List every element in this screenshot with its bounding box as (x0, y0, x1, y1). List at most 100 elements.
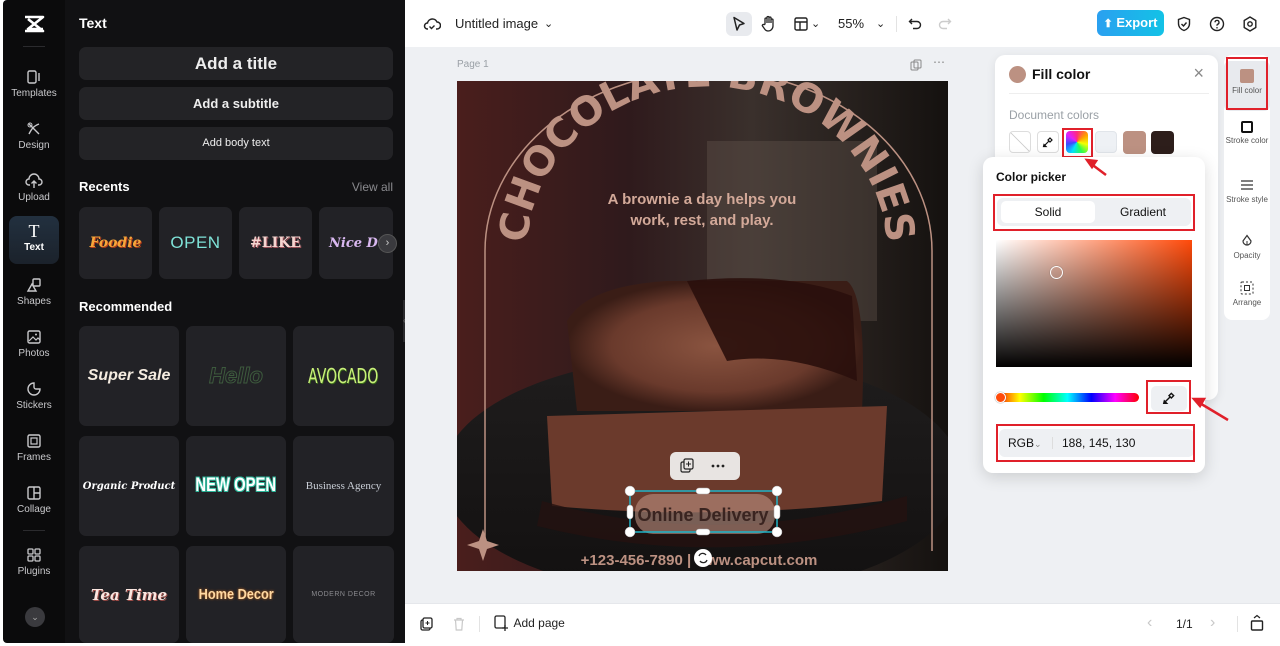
no-color-swatch[interactable] (1009, 131, 1031, 153)
color-swatch-dark-brown[interactable] (1151, 131, 1174, 154)
rail-item-text[interactable]: T Text (9, 216, 59, 264)
settings-icon[interactable] (1242, 12, 1258, 36)
recommended-text-style[interactable]: Super Sale (79, 326, 179, 426)
help-icon[interactable] (1209, 12, 1225, 36)
rail-item-frames[interactable]: Frames (9, 426, 59, 474)
recommended-heading: Recommended (79, 299, 173, 314)
rotate-handle[interactable] (694, 549, 712, 567)
prop-arrange[interactable]: Arrange (1224, 281, 1270, 307)
highlight-box (1062, 128, 1093, 158)
stroke-color-icon (1241, 121, 1253, 133)
page-counter: 1/1 (1176, 617, 1193, 631)
rail-item-shapes[interactable]: Shapes (9, 270, 59, 318)
delete-page-button[interactable] (452, 616, 466, 637)
hue-slider-thumb[interactable] (995, 392, 1006, 403)
hue-slider[interactable] (995, 392, 1139, 403)
divider (23, 530, 45, 531)
recommended-text-style[interactable]: Hello (186, 326, 286, 426)
view-all-link[interactable]: View all (352, 180, 393, 194)
chevron-down-icon[interactable]: ⌄ (544, 12, 553, 36)
recommended-text-style[interactable]: MODERN DECOR (293, 546, 394, 643)
recent-text-style[interactable]: #LIKE (239, 207, 312, 279)
page-label: Page 1 (457, 59, 489, 70)
layout-button[interactable]: ⌄ (794, 12, 820, 36)
panel-title: Text (79, 15, 107, 31)
photos-icon (25, 328, 43, 346)
export-button[interactable]: ⬆ Export (1097, 10, 1164, 36)
bottom-bar: Add page ‹ 1/1 › (405, 603, 1280, 643)
eyedropper-icon (1042, 137, 1053, 148)
selected-text[interactable]: Online Delivery (637, 505, 768, 525)
color-picker-title: Color picker (996, 170, 1067, 184)
duplicate-page-icon[interactable] (910, 58, 922, 76)
add-body-text-button[interactable]: Add body text (79, 127, 393, 160)
capcut-logo-icon[interactable] (22, 12, 46, 36)
frames-icon (25, 432, 43, 450)
recommended-text-style[interactable]: Business Agency (293, 436, 394, 536)
duplicate-page-button[interactable] (419, 616, 433, 637)
zoom-chevron-down-icon[interactable]: ⌄ (876, 12, 885, 36)
chevron-down-icon: ⌄ (811, 18, 821, 30)
rail-more-button[interactable]: ⌄ (25, 607, 45, 627)
document-colors-label: Document colors (1009, 108, 1100, 122)
recent-text-style[interactable]: OPEN (159, 207, 232, 279)
add-title-button[interactable]: Add a title (79, 47, 393, 80)
recent-text-style[interactable]: Foodie (79, 207, 152, 279)
close-icon[interactable]: × (1193, 63, 1204, 84)
upload-icon (25, 172, 43, 190)
tagline-line-1: A brownie a day helps you (608, 191, 797, 208)
upload-icon: ⬆ (1103, 18, 1113, 30)
page-more-icon[interactable]: ⋯ (933, 55, 945, 69)
recents-next-button[interactable]: › (378, 234, 397, 253)
recommended-text-style[interactable]: Home Decor (186, 546, 286, 643)
left-nav-rail: Templates Design Upload T Text Shapes Ph… (3, 0, 65, 643)
eyedropper-swatch[interactable] (1037, 131, 1059, 153)
rail-item-upload[interactable]: Upload (9, 166, 59, 214)
expand-pages-button[interactable] (1250, 614, 1264, 637)
opacity-icon (1240, 234, 1254, 248)
tagline-line-2: work, rest, and play. (629, 212, 773, 229)
text-icon: T (28, 221, 40, 241)
highlight-box (1226, 57, 1268, 110)
design-canvas[interactable]: CHOCOLATE BROWNIES A brownie a day helps… (457, 81, 948, 571)
zoom-level[interactable]: 55% (838, 12, 864, 36)
redo-button[interactable] (938, 12, 952, 36)
select-tool-button[interactable] (726, 12, 752, 36)
color-swatch-light-gray[interactable] (1095, 131, 1117, 153)
next-page-button[interactable]: › (1210, 614, 1215, 632)
prop-opacity[interactable]: Opacity (1224, 234, 1270, 260)
divider (479, 616, 480, 632)
recommended-text-style[interactable]: AVOCADO (293, 326, 394, 426)
saturation-value-area[interactable] (996, 240, 1192, 367)
prop-stroke-style[interactable]: Stroke style (1224, 178, 1270, 204)
rail-item-stickers[interactable]: Stickers (9, 374, 59, 422)
more-options-icon[interactable] (711, 464, 725, 468)
add-subtitle-button[interactable]: Add a subtitle (79, 87, 393, 120)
chevron-right-icon: › (385, 237, 390, 249)
divider (1237, 616, 1238, 632)
prop-stroke-color[interactable]: Stroke color (1224, 121, 1270, 145)
highlight-box (1146, 380, 1191, 414)
rail-item-collage[interactable]: Collage (9, 478, 59, 526)
cloud-save-icon[interactable] (423, 12, 442, 36)
recommended-text-style[interactable]: NEW OPEN (186, 436, 286, 536)
top-toolbar: Untitled image ⌄ ⌄ 55% ⌄ ⬆ Export (405, 0, 1280, 47)
collage-icon (25, 484, 43, 502)
rail-item-design[interactable]: Design (9, 114, 59, 162)
recommended-text-style[interactable]: Tea Time (79, 546, 179, 643)
add-page-icon (494, 615, 508, 631)
add-page-button[interactable]: Add page (493, 614, 565, 632)
color-cursor[interactable] (1050, 266, 1063, 279)
rail-item-photos[interactable]: Photos (9, 322, 59, 370)
prev-page-button[interactable]: ‹ (1147, 614, 1152, 632)
hand-tool-button[interactable] (761, 12, 777, 36)
rail-item-templates[interactable]: Templates (9, 62, 59, 110)
canvas-artwork: CHOCOLATE BROWNIES A brownie a day helps… (457, 81, 948, 571)
document-title[interactable]: Untitled image (455, 12, 538, 36)
undo-button[interactable] (908, 12, 922, 36)
divider (23, 46, 45, 47)
recommended-text-style[interactable]: Organic Product (79, 436, 179, 536)
shield-icon[interactable] (1176, 12, 1192, 36)
rail-item-plugins[interactable]: Plugins (9, 540, 59, 588)
color-swatch-rose-brown[interactable] (1123, 131, 1146, 154)
